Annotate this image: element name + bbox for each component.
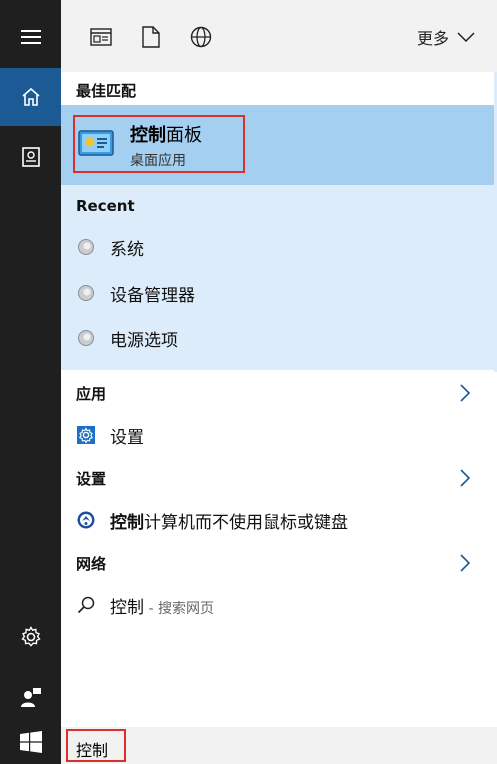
feedback-user-icon bbox=[20, 688, 41, 707]
recent-item-device-manager[interactable]: 设备管理器 bbox=[61, 275, 497, 311]
left-rail bbox=[0, 0, 61, 764]
web-search-query: 控制 bbox=[110, 597, 144, 618]
document-icon bbox=[142, 26, 160, 48]
best-match-title-rest: 面板 bbox=[166, 125, 202, 146]
home-icon bbox=[21, 87, 40, 106]
recent-item-label: 电源选项 bbox=[110, 330, 178, 351]
device-manager-icon bbox=[78, 285, 94, 301]
recent-item-label: 设备管理器 bbox=[110, 285, 195, 306]
more-label: 更多 bbox=[416, 29, 449, 48]
control-panel-icon bbox=[78, 130, 114, 156]
filter-apps-button[interactable] bbox=[86, 22, 116, 52]
web-chevron-right-icon[interactable] bbox=[459, 554, 471, 572]
web-search-suffix: - 搜索网页 bbox=[144, 600, 214, 617]
settings-item-label-match: 控制 bbox=[110, 512, 144, 533]
notebook-icon bbox=[21, 147, 40, 167]
filter-web-button[interactable] bbox=[186, 22, 216, 52]
apps-chevron-right-icon[interactable] bbox=[459, 384, 471, 402]
search-results-panel: 更多 最佳匹配 控制面板 桌面应用 Recent 系统 设备管理器 电源选项 应… bbox=[61, 0, 497, 727]
search-icon bbox=[77, 596, 95, 614]
settings-app-icon bbox=[77, 426, 95, 444]
more-filters-dropdown[interactable]: 更多 bbox=[417, 25, 475, 49]
settings-chevron-right-icon[interactable] bbox=[459, 469, 471, 487]
hamburger-menu-button[interactable] bbox=[0, 8, 61, 66]
settings-item-ease-of-access[interactable]: 控制计算机而不使用鼠标或键盘 bbox=[61, 502, 497, 538]
filter-documents-button[interactable] bbox=[136, 22, 166, 52]
start-button[interactable] bbox=[0, 720, 61, 764]
best-match-subtitle: 桌面应用 bbox=[130, 153, 186, 169]
settings-item-label-rest: 计算机而不使用鼠标或键盘 bbox=[144, 512, 348, 533]
web-search-label: 控制 - 搜索网页 bbox=[110, 593, 214, 618]
home-button[interactable] bbox=[0, 68, 61, 126]
web-search-item[interactable]: 控制 - 搜索网页 bbox=[61, 587, 497, 623]
settings-header[interactable]: 设置 bbox=[76, 468, 106, 489]
feedback-button[interactable] bbox=[0, 668, 61, 726]
search-box[interactable] bbox=[61, 727, 497, 764]
app-window-icon bbox=[90, 28, 112, 46]
globe-icon bbox=[190, 26, 212, 48]
notebook-button[interactable] bbox=[0, 128, 61, 186]
gear-icon bbox=[20, 626, 41, 647]
recent-item-power-options[interactable]: 电源选项 bbox=[61, 320, 497, 356]
filter-bar: 更多 bbox=[61, 0, 497, 72]
chevron-down-icon bbox=[457, 32, 475, 42]
recent-item-label: 系统 bbox=[110, 239, 144, 260]
settings-rail-button[interactable] bbox=[0, 608, 61, 666]
recent-header: Recent bbox=[76, 197, 135, 215]
windows-logo-icon bbox=[19, 731, 42, 753]
search-input[interactable]: 控制 bbox=[76, 737, 108, 761]
best-match-header: 最佳匹配 bbox=[76, 82, 137, 100]
settings-item-label: 控制计算机而不使用鼠标或键盘 bbox=[110, 508, 348, 533]
system-icon bbox=[78, 239, 94, 255]
best-match-title-match: 控制 bbox=[130, 125, 166, 146]
apps-header[interactable]: 应用 bbox=[76, 383, 106, 404]
apps-item-label: 设置 bbox=[110, 427, 144, 448]
web-header[interactable]: 网络 bbox=[76, 553, 106, 574]
apps-item-settings[interactable]: 设置 bbox=[61, 417, 497, 453]
ease-of-access-icon bbox=[77, 511, 95, 529]
power-options-icon bbox=[78, 330, 94, 346]
recent-item-system[interactable]: 系统 bbox=[61, 229, 497, 265]
hamburger-icon bbox=[20, 30, 41, 44]
best-match-title: 控制面板 bbox=[130, 121, 202, 147]
